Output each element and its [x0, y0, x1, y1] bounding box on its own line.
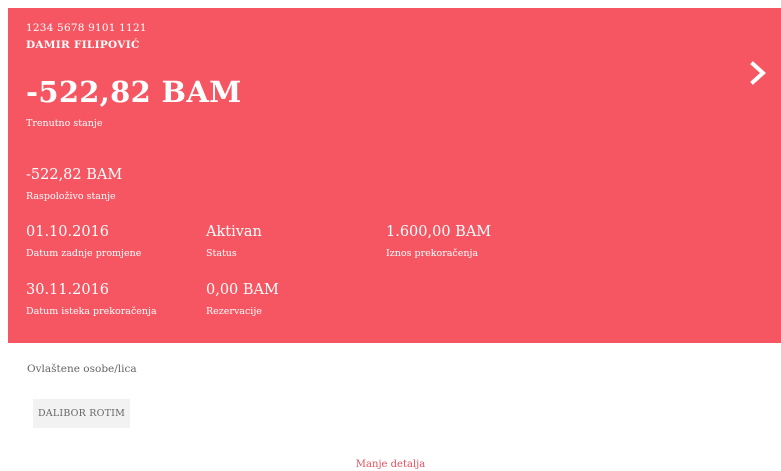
account-details-section: Ovlaštene osobe/lica DALIBOR ROTIM Manje…	[0, 343, 781, 471]
reservations-amount: 0,00 BAM	[206, 282, 279, 298]
available-balance: -522,82 BAM	[26, 167, 123, 183]
next-account-button[interactable]	[745, 60, 771, 86]
account-status: Aktivan	[206, 224, 262, 240]
account-holder-name: DAMIR FILIPOVIĆ	[26, 39, 140, 51]
reservations-label: Rezervacije	[206, 306, 262, 317]
overdraft-expiry-date-label: Datum isteka prekoračenja	[26, 306, 157, 317]
current-balance: -522,82 BAM	[26, 75, 242, 109]
account-status-label: Status	[206, 248, 237, 259]
account-number: 1234 5678 9101 1121	[26, 22, 147, 34]
chevron-right-icon	[750, 61, 766, 85]
authorized-person-chip[interactable]: DALIBOR ROTIM	[33, 399, 130, 428]
account-card: 1234 5678 9101 1121 DAMIR FILIPOVIĆ -522…	[8, 8, 781, 343]
last-change-date-label: Datum zadnje promjene	[26, 248, 142, 259]
authorized-persons-title: Ovlaštene osobe/lica	[27, 363, 137, 375]
last-change-date: 01.10.2016	[26, 224, 110, 240]
overdraft-amount: 1.600,00 BAM	[386, 224, 492, 240]
available-balance-label: Raspoloživo stanje	[26, 191, 116, 202]
current-balance-label: Trenutno stanje	[26, 118, 103, 129]
overdraft-expiry-date: 30.11.2016	[26, 282, 110, 298]
less-details-link[interactable]: Manje detalja	[0, 459, 781, 470]
overdraft-amount-label: Iznos prekoračenja	[386, 248, 479, 259]
